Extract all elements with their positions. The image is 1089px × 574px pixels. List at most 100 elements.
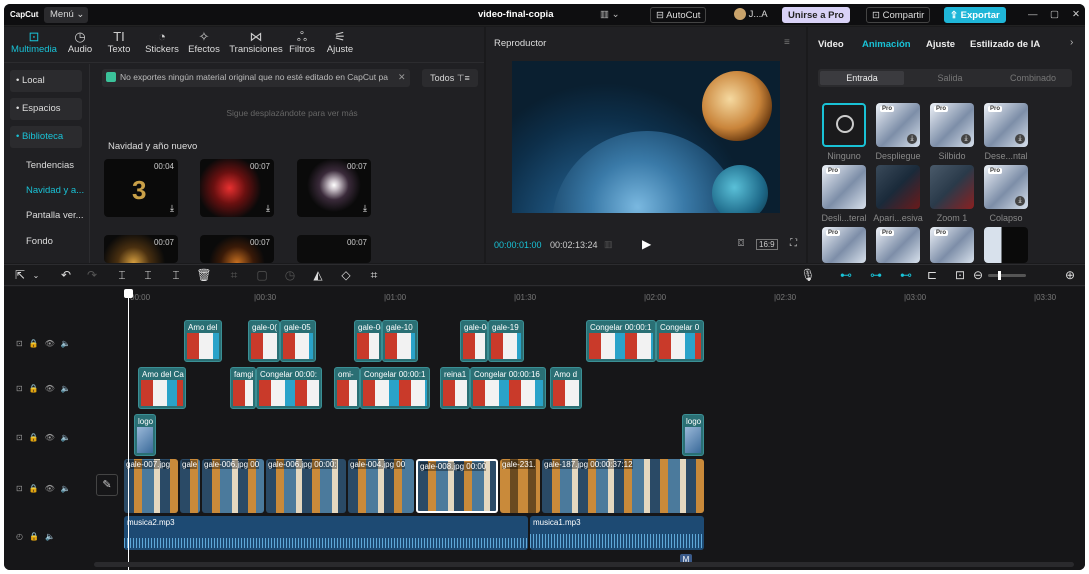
playhead-handle[interactable]	[124, 289, 133, 298]
eye-icon[interactable]: 👁	[45, 433, 61, 442]
tab-multimedia[interactable]: ⊡ Multimedia	[6, 29, 62, 55]
tab-text[interactable]: TI Texto	[102, 29, 136, 55]
menu-button[interactable]: Menú ⌄	[44, 7, 88, 23]
download-icon[interactable]: ⤓	[266, 203, 270, 214]
timeline-clip[interactable]: Congelar 00:00:	[256, 367, 322, 409]
layout-icon[interactable]: ▥ ⌄	[600, 4, 620, 26]
delete-icon[interactable]: 🗑	[196, 268, 212, 282]
animation-thumb[interactable]	[984, 227, 1028, 263]
fit-icon[interactable]: ⌼	[738, 238, 744, 249]
volume-icon[interactable]: 🔈	[61, 433, 77, 442]
animation-thumb[interactable]	[930, 165, 974, 209]
cover-icon[interactable]: ⊡	[16, 339, 29, 348]
subtab-in[interactable]: Entrada	[820, 71, 904, 85]
tab-ai-styling[interactable]: Estilizado de IA	[970, 39, 1040, 50]
rotate-icon[interactable]: ◇	[338, 268, 354, 282]
sidebar-item-vertical-screen[interactable]: Pantalla ver...	[4, 205, 88, 227]
timeline-clip[interactable]: gale-0(	[460, 320, 488, 362]
timeline-clip[interactable]: gale-0(	[248, 320, 280, 362]
timeline-clip[interactable]: famgi	[230, 367, 256, 409]
close-notice-icon[interactable]: ✕	[398, 72, 406, 83]
cover-icon[interactable]: ⊡	[16, 433, 29, 442]
main-track-clip[interactable]: gale-006.jpg 00:00:	[266, 459, 346, 513]
download-icon[interactable]: ⤓	[1015, 196, 1025, 206]
tab-adjust[interactable]: Ajuste	[926, 39, 955, 50]
sidebar-item-library[interactable]: • Biblioteca	[10, 126, 82, 148]
timeline-clip[interactable]: logo	[682, 414, 704, 456]
tab-stickers[interactable]: ◔ Stickers	[142, 29, 182, 55]
timeline-clip[interactable]: omi-	[334, 367, 360, 409]
animation-thumb[interactable]: Pro ⤓	[984, 165, 1028, 209]
animation-thumb[interactable]: Pro ⤓	[984, 103, 1028, 147]
download-icon[interactable]: ⤓	[961, 134, 971, 144]
crop-icon[interactable]: ▢	[254, 268, 270, 282]
track-controls[interactable]: ⊡🔒👁🔈	[16, 384, 77, 393]
maximize-icon[interactable]: ▢	[1050, 4, 1059, 26]
volume-icon[interactable]: 🔈	[61, 384, 77, 393]
minimize-icon[interactable]: —	[1028, 4, 1038, 26]
library-thumb[interactable]: 3 00:04 ⤓	[104, 159, 178, 217]
select-tool-icon[interactable]: ⇱	[12, 268, 28, 282]
main-track-clip[interactable]: gale-004.jpg 00	[348, 459, 414, 513]
subtab-out[interactable]: Salida	[908, 71, 992, 85]
timeline-scrollbar[interactable]	[94, 562, 1074, 567]
sidebar-item-local[interactable]: • Local	[10, 70, 82, 92]
main-track-clip[interactable]: gale-231.	[500, 459, 540, 513]
video-preview[interactable]	[512, 61, 780, 213]
auto-snap-icon[interactable]: ⊶	[868, 268, 884, 282]
timeline-clip[interactable]: Amo del	[184, 320, 222, 362]
animation-thumb[interactable]: Pro ⤓	[876, 103, 920, 147]
cover-icon[interactable]: ⊡	[16, 384, 29, 393]
split-icon[interactable]: ⌶	[114, 268, 130, 283]
animation-thumb[interactable]: Pro	[930, 227, 974, 263]
export-button[interactable]: ⇪ Exportar	[944, 7, 1006, 23]
undo-icon[interactable]: ↶	[58, 268, 74, 282]
download-icon[interactable]: ⤓	[170, 203, 174, 214]
timeline-clip[interactable]: Congelar 00:00:16	[470, 367, 546, 409]
user-menu[interactable]: J...A	[734, 4, 768, 26]
timeline-clip[interactable]: gale-0(	[354, 320, 382, 362]
lock-icon[interactable]: 🔒	[29, 384, 45, 393]
zoom-slider-thumb[interactable]	[998, 271, 1001, 280]
eye-icon[interactable]: 👁	[45, 484, 61, 493]
preview-axis-icon[interactable]: ⊏	[924, 268, 940, 282]
sidebar-item-background[interactable]: Fondo	[4, 231, 88, 253]
volume-icon[interactable]: 🔈	[61, 339, 77, 348]
main-track-clip[interactable]: gale-187.jpg 00:00:37:12	[542, 459, 704, 513]
library-thumb[interactable]: 00:07 ⤓	[200, 159, 274, 217]
linkage-icon[interactable]: ⊷	[898, 268, 914, 282]
eye-icon[interactable]: 👁	[45, 339, 61, 348]
main-track-clip[interactable]: gale	[180, 459, 200, 513]
caption-icon[interactable]: ⊡	[952, 268, 968, 282]
tab-video[interactable]: Video	[818, 39, 844, 50]
library-thumb[interactable]: 00:07	[104, 235, 178, 263]
track-controls[interactable]: ⊡🔒👁🔈	[16, 433, 77, 442]
timeline-clip[interactable]: gale-05	[280, 320, 316, 362]
tab-adjust[interactable]: ⚟ Ajuste	[322, 29, 358, 55]
sidebar-item-christmas[interactable]: Navidad y a...	[4, 180, 88, 202]
redo-icon[interactable]: ↷	[84, 268, 100, 282]
timeline-clip[interactable]: Amo del Ca	[138, 367, 186, 409]
download-icon[interactable]: ⤓	[1015, 134, 1025, 144]
volume-icon[interactable]: 🔈	[45, 532, 61, 541]
animation-thumb[interactable]: Pro	[876, 227, 920, 263]
tab-transitions[interactable]: ⋈ Transiciones	[224, 29, 288, 55]
microphone-icon[interactable]: 🎙	[800, 268, 816, 282]
timeline-clip[interactable]: gale-10	[382, 320, 418, 362]
fullscreen-icon[interactable]: ⛶	[790, 238, 797, 249]
split-left-icon[interactable]: ⌶	[140, 268, 156, 283]
download-icon[interactable]: ⤓	[363, 203, 367, 214]
animation-thumb[interactable]: Pro	[822, 165, 866, 209]
freeze-icon[interactable]: ⌗	[226, 268, 242, 283]
sidebar-item-trends[interactable]: Tendencias	[4, 155, 88, 177]
subtab-combo[interactable]: Combinado	[994, 71, 1072, 85]
animation-thumb[interactable]: Pro	[822, 227, 866, 263]
library-thumb[interactable]: 00:07	[200, 235, 274, 263]
playhead[interactable]	[128, 289, 129, 570]
autocut-button[interactable]: ⊟ AutoCut	[650, 7, 707, 23]
edit-cover-button[interactable]: ✎	[96, 474, 118, 496]
player-menu-icon[interactable]: ≡	[784, 37, 790, 48]
timeline-clip[interactable]: Amo d	[550, 367, 582, 409]
eye-icon[interactable]: 👁	[45, 384, 61, 393]
tab-filters[interactable]: ஃ Filtros	[284, 29, 320, 55]
